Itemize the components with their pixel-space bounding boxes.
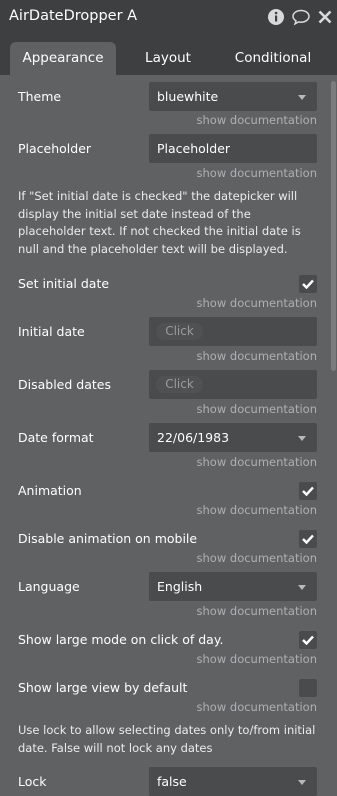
close-icon[interactable]	[317, 8, 333, 26]
disable-animation-mobile-checkbox[interactable]	[299, 530, 317, 548]
chevron-down-icon	[298, 585, 306, 590]
disabled-dates-click-button[interactable]: Click	[156, 376, 203, 393]
set-initial-date-checkbox[interactable]	[299, 275, 317, 293]
show-documentation-link[interactable]: show documentation	[197, 349, 317, 363]
checkmark-icon	[302, 279, 314, 289]
date-format-dropdown[interactable]: 22/06/1983	[149, 423, 317, 452]
disabled-dates-label: Disabled dates	[18, 377, 111, 392]
show-documentation-link[interactable]: show documentation	[197, 402, 317, 416]
show-large-mode-checkbox[interactable]	[299, 631, 317, 649]
show-documentation-link[interactable]: show documentation	[197, 700, 317, 714]
panel-title: AirDateDropper A	[9, 8, 138, 24]
scrollbar[interactable]	[331, 75, 337, 796]
show-documentation-link[interactable]: show documentation	[197, 503, 317, 517]
show-large-mode-label: Show large mode on click of day.	[18, 632, 224, 647]
initial-date-label: Initial date	[18, 324, 85, 339]
placeholder-value: Placeholder	[157, 141, 231, 156]
theme-value: bluewhite	[157, 89, 219, 104]
panel-header: AirDateDropper A	[0, 0, 337, 35]
show-large-view-label: Show large view by default	[18, 680, 188, 695]
show-documentation-link[interactable]: show documentation	[197, 113, 317, 127]
checkmark-icon	[302, 486, 314, 496]
placeholder-help-text: If "Set initial date is checked" the dat…	[18, 189, 301, 256]
checkmark-icon	[302, 534, 314, 544]
theme-dropdown[interactable]: bluewhite	[149, 82, 317, 111]
show-documentation-link[interactable]: show documentation	[197, 166, 317, 180]
show-documentation-link[interactable]: show documentation	[197, 604, 317, 618]
animation-label: Animation	[18, 483, 82, 498]
date-format-value: 22/06/1983	[157, 430, 230, 445]
language-value: English	[157, 579, 203, 594]
show-documentation-link[interactable]: show documentation	[197, 551, 317, 565]
date-format-label: Date format	[18, 430, 94, 445]
placeholder-input[interactable]: Placeholder	[149, 134, 317, 163]
placeholder-label: Placeholder	[18, 141, 92, 156]
show-documentation-link[interactable]: show documentation	[197, 455, 317, 469]
checkmark-icon	[302, 635, 314, 645]
language-dropdown[interactable]: English	[149, 572, 317, 601]
scrollbar-thumb[interactable]	[331, 81, 336, 371]
show-documentation-link[interactable]: show documentation	[197, 296, 317, 310]
lock-value: false	[157, 774, 187, 789]
lock-label: Lock	[18, 774, 47, 789]
theme-label: Theme	[18, 89, 62, 104]
appearance-panel: Theme bluewhite show documentation Place…	[0, 75, 337, 796]
chevron-down-icon	[298, 436, 306, 441]
show-documentation-link[interactable]: show documentation	[197, 652, 317, 666]
animation-checkbox[interactable]	[299, 482, 317, 500]
info-icon[interactable]	[267, 8, 285, 26]
chevron-down-icon	[298, 95, 306, 100]
disable-animation-mobile-label: Disable animation on mobile	[18, 531, 198, 546]
initial-date-click-button[interactable]: Click	[156, 323, 203, 340]
tab-bar: Appearance Layout Conditional	[0, 35, 337, 75]
lock-help-text: Use lock to allow selecting dates only t…	[18, 723, 316, 755]
chevron-down-icon	[298, 780, 306, 785]
tab-conditional[interactable]: Conditional	[224, 42, 322, 75]
lock-dropdown[interactable]: false	[149, 767, 317, 796]
show-large-view-checkbox[interactable]	[299, 679, 317, 697]
tab-layout[interactable]: Layout	[128, 42, 208, 75]
disabled-dates-field[interactable]: Click	[149, 370, 317, 399]
set-initial-date-label: Set initial date	[18, 276, 110, 291]
language-label: Language	[18, 579, 80, 594]
comment-icon[interactable]	[291, 8, 311, 26]
tab-appearance[interactable]: Appearance	[10, 42, 116, 75]
initial-date-field[interactable]: Click	[149, 317, 317, 346]
